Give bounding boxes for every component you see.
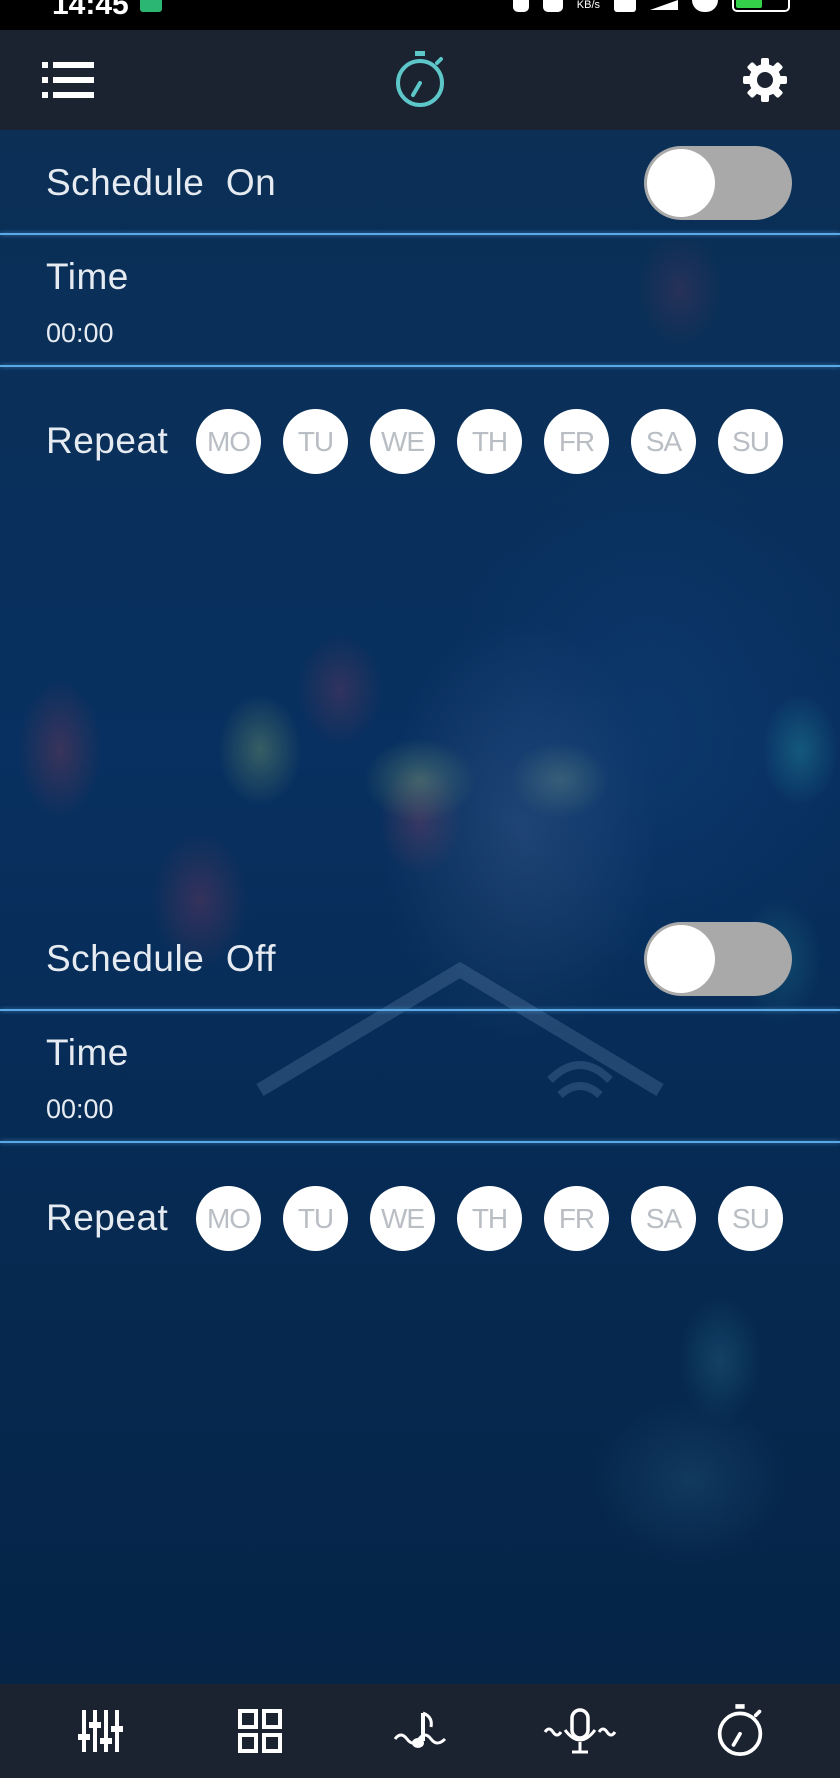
schedule-on-time-label: Time bbox=[46, 256, 129, 297]
divider bbox=[0, 233, 840, 235]
mute-bell-icon bbox=[542, 0, 563, 12]
toggle-knob bbox=[647, 149, 715, 217]
schedule-on-repeat-label: Repeat bbox=[46, 420, 169, 461]
day-button-tu[interactable]: TU bbox=[283, 1186, 348, 1251]
gear-icon bbox=[743, 58, 787, 102]
schedule-content: Schedule On Time 00:00 Repeat MO TU WE T… bbox=[0, 130, 840, 1684]
equalizer-icon bbox=[78, 1710, 123, 1752]
toggle-knob bbox=[647, 925, 715, 993]
day-button-we[interactable]: WE bbox=[370, 1186, 435, 1251]
tab-music[interactable] bbox=[380, 1691, 460, 1771]
schedule-off-time-label: Time bbox=[46, 1032, 129, 1073]
divider bbox=[0, 365, 840, 367]
timer-icon bbox=[717, 1704, 763, 1756]
divider bbox=[0, 1141, 840, 1143]
schedule-on-days: MO TU WE TH FR SA SU bbox=[196, 409, 783, 474]
hd-icon bbox=[614, 0, 636, 12]
day-button-th[interactable]: TH bbox=[457, 409, 522, 474]
day-button-fr[interactable]: FR bbox=[544, 1186, 609, 1251]
status-time: 14:45 bbox=[52, 0, 129, 21]
network-speed-label: KB/s bbox=[576, 0, 600, 11]
wifi-icon bbox=[692, 0, 718, 12]
tab-equalizer[interactable] bbox=[60, 1691, 140, 1771]
schedule-off-repeat-label: Repeat bbox=[46, 1197, 169, 1238]
list-menu-icon bbox=[42, 62, 94, 98]
status-bar: 14:45 KB/s bbox=[0, 0, 840, 30]
app-header bbox=[0, 30, 840, 130]
schedule-on-time-value: 00:00 bbox=[46, 318, 114, 348]
day-button-mo[interactable]: MO bbox=[196, 409, 261, 474]
divider bbox=[0, 1009, 840, 1011]
tab-timer[interactable] bbox=[700, 1691, 780, 1771]
day-button-su[interactable]: SU bbox=[718, 1186, 783, 1251]
menu-button[interactable] bbox=[38, 30, 98, 130]
day-button-we[interactable]: WE bbox=[370, 409, 435, 474]
day-button-su[interactable]: SU bbox=[718, 409, 783, 474]
schedule-off-title: Schedule Off bbox=[46, 938, 277, 979]
timer-icon bbox=[396, 51, 444, 107]
day-button-mo[interactable]: MO bbox=[196, 1186, 261, 1251]
day-button-tu[interactable]: TU bbox=[283, 409, 348, 474]
day-button-sa[interactable]: SA bbox=[631, 409, 696, 474]
alarm-icon bbox=[512, 0, 529, 12]
bottom-tab-bar bbox=[0, 1684, 840, 1778]
day-button-sa[interactable]: SA bbox=[631, 1186, 696, 1251]
tab-microphone[interactable] bbox=[540, 1691, 620, 1771]
music-wave-icon bbox=[393, 1711, 447, 1748]
schedule-on-title: Schedule On bbox=[46, 162, 277, 203]
status-icons: KB/s bbox=[512, 0, 790, 14]
schedule-off-toggle[interactable] bbox=[644, 922, 792, 996]
day-button-th[interactable]: TH bbox=[457, 1186, 522, 1251]
signal-icon bbox=[650, 0, 678, 10]
battery-icon bbox=[732, 0, 790, 12]
day-button-fr[interactable]: FR bbox=[544, 409, 609, 474]
house-watermark-icon bbox=[256, 961, 664, 1099]
timer-header-button[interactable] bbox=[390, 30, 450, 130]
microphone-wave-icon bbox=[543, 1708, 617, 1754]
tab-grid[interactable] bbox=[220, 1691, 300, 1771]
grid-icon bbox=[238, 1709, 282, 1753]
schedule-on-toggle[interactable] bbox=[644, 146, 792, 220]
schedule-off-days: MO TU WE TH FR SA SU bbox=[196, 1186, 783, 1251]
settings-button[interactable] bbox=[735, 30, 795, 130]
schedule-off-time-value: 00:00 bbox=[46, 1094, 114, 1124]
app-notification-icon bbox=[140, 0, 162, 12]
